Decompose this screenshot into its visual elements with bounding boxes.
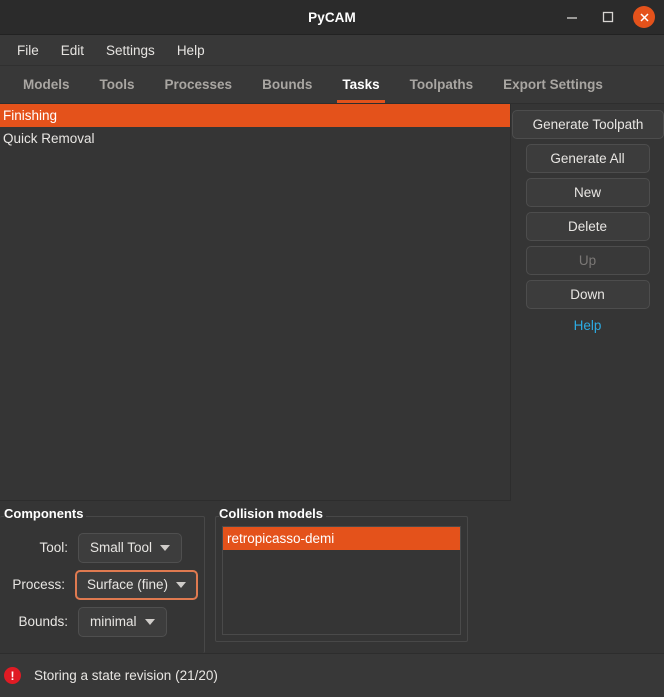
process-dropdown-value: Surface (fine) [86,577,168,592]
window-controls [561,6,655,28]
process-label: Process: [12,577,65,592]
components-frame: Tool: Small Tool Process: Surface (fine)… [0,516,205,653]
menu-item-help[interactable]: Help [168,39,214,62]
components-group: Components Tool: Small Tool Process: Sur… [0,506,205,653]
component-row-tool: Tool: Small Tool [0,529,198,566]
bounds-dropdown-value: minimal [90,614,137,629]
chevron-down-icon [176,581,186,588]
generate-toolpath-button[interactable]: Generate Toolpath [512,110,664,139]
tool-dropdown[interactable]: Small Tool [78,532,183,563]
menubar: File Edit Settings Help [0,35,664,66]
help-link[interactable]: Help [574,318,602,333]
move-down-button[interactable]: Down [525,280,650,309]
titlebar: PyCAM [0,0,664,35]
chevron-down-icon [160,544,171,551]
menu-item-settings[interactable]: Settings [97,39,164,62]
tab-bounds[interactable]: Bounds [247,66,327,103]
collision-models-frame: retropicasso-demi [215,516,468,642]
main-content: Finishing Quick Removal Generate Toolpat… [0,104,664,501]
component-row-process: Process: Surface (fine) [0,566,198,603]
process-dropdown[interactable]: Surface (fine) [74,569,198,600]
pycam-window: PyCAM File Edit Settings Help Models Too… [0,0,664,697]
error-icon: ! [4,667,21,684]
collision-models-group: Collision models retropicasso-demi [215,506,468,653]
bounds-dropdown[interactable]: minimal [78,606,167,637]
table-row[interactable]: Finishing [0,104,510,127]
tab-toolpaths[interactable]: Toolpaths [395,66,489,103]
tab-processes[interactable]: Processes [150,66,248,103]
components-group-title: Components [4,506,87,521]
tab-tasks[interactable]: Tasks [327,66,394,103]
table-row[interactable]: Quick Removal [0,127,510,150]
bounds-label: Bounds: [18,614,68,629]
collision-models-list[interactable]: retropicasso-demi [222,526,461,635]
menu-item-file[interactable]: File [8,39,48,62]
delete-button[interactable]: Delete [525,212,650,241]
statusbar: ! Storing a state revision (21/20) [0,653,664,697]
move-up-button: Up [525,246,650,275]
tab-models[interactable]: Models [8,66,85,103]
status-message: Storing a state revision (21/20) [34,668,218,683]
close-icon[interactable] [633,6,655,28]
bottom-panel: Components Tool: Small Tool Process: Sur… [0,501,664,653]
tab-tools[interactable]: Tools [85,66,150,103]
chevron-down-icon [144,618,155,625]
generate-all-button[interactable]: Generate All [525,144,650,173]
menu-item-edit[interactable]: Edit [52,39,93,62]
task-list[interactable]: Finishing Quick Removal [0,104,511,501]
tool-dropdown-value: Small Tool [90,540,153,555]
collision-models-group-title: Collision models [219,506,327,521]
new-button[interactable]: New [525,178,650,207]
component-row-bounds: Bounds: minimal [0,603,198,640]
tab-export-settings[interactable]: Export Settings [488,66,618,103]
error-icon-glyph: ! [10,668,15,683]
list-item[interactable]: retropicasso-demi [223,527,460,550]
tabbar: Models Tools Processes Bounds Tasks Tool… [0,66,664,104]
task-actions-panel: Generate Toolpath Generate All New Delet… [511,104,664,501]
maximize-icon[interactable] [597,6,619,28]
tool-label: Tool: [39,540,68,555]
minimize-icon[interactable] [561,6,583,28]
